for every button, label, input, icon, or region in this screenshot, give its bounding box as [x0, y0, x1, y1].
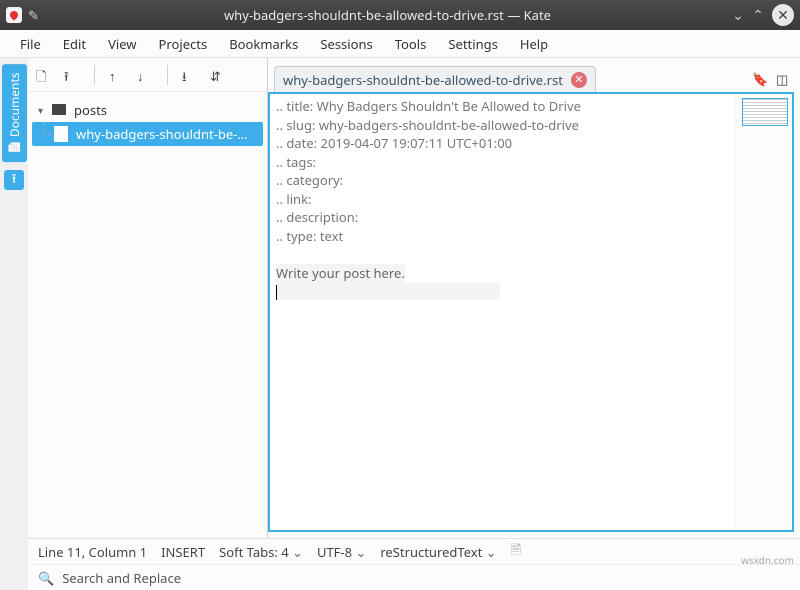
search-bar[interactable]: 🔍 Search and Replace — [28, 564, 800, 590]
menu-file[interactable]: File — [10, 31, 51, 57]
toolbar-separator — [94, 65, 95, 85]
text-cursor — [276, 285, 277, 300]
text-editor[interactable]: .. title: Why Badgers Shouldn't Be Allow… — [270, 94, 734, 530]
status-syntax[interactable]: reStructuredText — [380, 543, 496, 561]
window-title: why-badgers-shouldnt-be-allowed-to-drive… — [47, 6, 728, 24]
tree-file-selected[interactable]: why-badgers-shouldnt-be-… — [32, 122, 263, 146]
window-titlebar: ✎ why-badgers-shouldnt-be-allowed-to-dri… — [0, 0, 800, 30]
editor-line: .. link: — [276, 190, 312, 208]
close-button[interactable]: ✕ — [772, 4, 794, 26]
documents-panel-tab[interactable]: Documents — [2, 64, 27, 162]
menu-view[interactable]: View — [98, 31, 146, 57]
folder-icon — [52, 101, 70, 119]
app-icon — [6, 7, 22, 23]
document-icon[interactable]: 🗎 — [511, 540, 521, 563]
editor-line: .. title: Why Badgers Shouldn't Be Allow… — [276, 97, 581, 115]
maximize-button[interactable]: ⌃ — [748, 6, 768, 25]
menu-sessions[interactable]: Sessions — [310, 31, 382, 57]
minimap[interactable] — [734, 94, 792, 530]
menu-bookmarks[interactable]: Bookmarks — [219, 31, 308, 57]
editor-line: Write your post here. — [276, 264, 405, 282]
editor-line: .. slug: why-badgers-shouldnt-be-allowed… — [276, 116, 579, 134]
tree-folder-label: posts — [74, 101, 107, 119]
search-icon: 🔍 — [38, 569, 54, 587]
editor-line: .. category: — [276, 171, 343, 189]
main-area: Documents ⭱ 🗋 ⭱ ⭳ ⇵ ▾ posts why-badgers-… — [0, 58, 800, 538]
side-tab-strip: Documents ⭱ — [0, 58, 28, 538]
menu-projects[interactable]: Projects — [149, 31, 218, 57]
editor-line: .. type: text — [276, 227, 343, 245]
toolbar-separator — [167, 65, 168, 85]
status-position[interactable]: Line 11, Column 1 — [38, 543, 147, 561]
status-indent[interactable]: Soft Tabs: 4 — [219, 543, 303, 561]
menu-edit[interactable]: Edit — [53, 31, 96, 57]
new-document-icon[interactable]: 🗋 — [36, 67, 52, 83]
upload-icon[interactable]: ⭱ — [64, 67, 80, 83]
menu-help[interactable]: Help — [510, 31, 558, 57]
menu-tools[interactable]: Tools — [385, 31, 437, 57]
editor-frame: .. title: Why Badgers Shouldn't Be Allow… — [268, 92, 794, 532]
file-icon — [54, 126, 68, 142]
minimize-button[interactable]: ⌄ — [728, 6, 748, 25]
editor-line: .. tags: — [276, 153, 316, 171]
document-tab-label: why-badgers-shouldnt-be-allowed-to-drive… — [283, 71, 563, 89]
editor-cursor-line — [276, 282, 500, 300]
search-label: Search and Replace — [62, 569, 181, 587]
pin-icon[interactable]: ✎ — [28, 6, 39, 24]
chevron-down-icon: ▾ — [38, 103, 48, 117]
tree-toggle-icon[interactable]: ⇵ — [210, 67, 226, 83]
editor-line: .. date: 2019-04-07 19:07:11 UTC+01:00 — [276, 134, 512, 152]
watermark: wsxdn.com — [741, 553, 794, 567]
editor-line: .. description: — [276, 208, 358, 226]
download-icon[interactable]: ⭳ — [182, 67, 198, 83]
panel-toolbar: 🗋 ⭱ ⭳ ⇵ — [28, 58, 267, 92]
document-tab[interactable]: why-badgers-shouldnt-be-allowed-to-drive… — [274, 66, 596, 92]
nav-down-icon[interactable] — [137, 67, 153, 83]
tree-file-label: why-badgers-shouldnt-be-… — [76, 125, 248, 143]
minimap-viewport[interactable] — [742, 98, 788, 126]
documents-panel: 🗋 ⭱ ⭳ ⇵ ▾ posts why-badgers-shouldnt-be-… — [28, 58, 268, 538]
status-bar: Line 11, Column 1 INSERT Soft Tabs: 4 UT… — [28, 538, 800, 564]
file-tree: ▾ posts why-badgers-shouldnt-be-… — [28, 92, 267, 152]
document-tab-row: why-badgers-shouldnt-be-allowed-to-drive… — [268, 58, 800, 92]
side-upload-icon[interactable]: ⭱ — [4, 170, 24, 190]
bookmark-icon[interactable]: 🔖 — [752, 70, 770, 88]
nav-up-icon[interactable] — [109, 67, 125, 83]
split-view-icon[interactable]: ◫ — [776, 70, 794, 88]
tab-close-icon[interactable]: ✕ — [571, 72, 587, 88]
tree-folder-posts[interactable]: ▾ posts — [32, 98, 263, 122]
menu-bar: File Edit View Projects Bookmarks Sessio… — [0, 30, 800, 58]
status-encoding[interactable]: UTF-8 — [317, 543, 366, 561]
menu-settings[interactable]: Settings — [438, 31, 507, 57]
status-mode[interactable]: INSERT — [161, 543, 205, 561]
editor-area: why-badgers-shouldnt-be-allowed-to-drive… — [268, 58, 800, 538]
